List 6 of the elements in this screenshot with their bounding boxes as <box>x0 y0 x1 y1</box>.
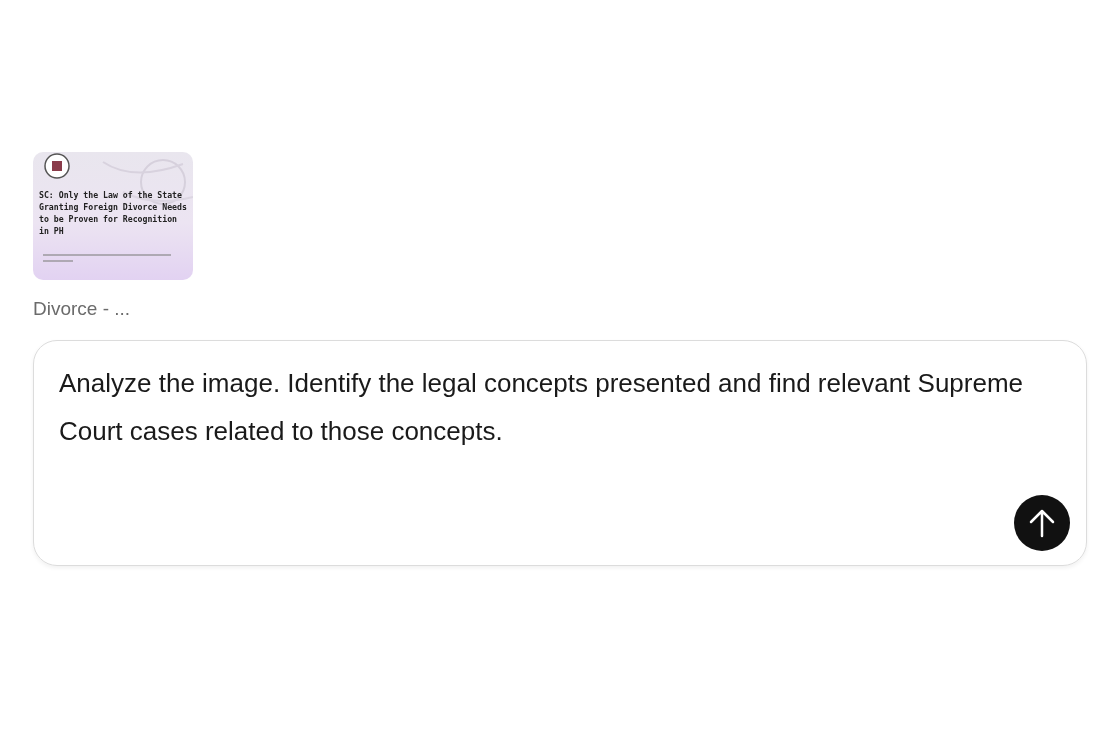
arrow-up-icon <box>1029 508 1055 538</box>
attachment-label: Divorce - ... <box>33 298 132 320</box>
prompt-field[interactable]: Analyze the image. Identify the legal concepts presented and find relevant Supreme Court cases related to those concepts. <box>33 340 1087 566</box>
attachment-thumbnail[interactable]: SC: Only the Law of the State Granting Foreign Divorce Needs to be Proven for Recognition in PH <box>33 152 193 280</box>
send-button[interactable] <box>1014 495 1070 551</box>
attachment-heading: SC: Only the Law of the State Granting Foreign Divorce Needs to be Proven for Recognition in PH <box>39 189 188 237</box>
